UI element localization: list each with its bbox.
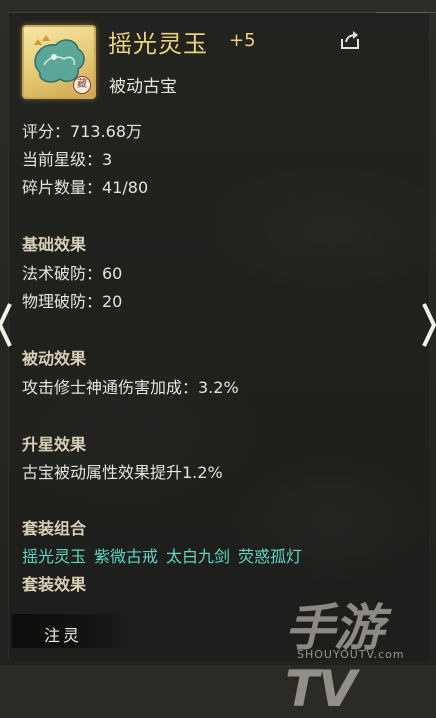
infuse-button[interactable]: 注灵 <box>44 622 82 646</box>
item-level: +5 <box>229 30 256 51</box>
stat-star-label: 当前星级： <box>22 150 103 169</box>
stat-fragments-value: 41/80 <box>102 178 149 197</box>
share-button[interactable] <box>337 27 363 53</box>
section-title-star-up: 升星效果 <box>22 435 87 454</box>
prev-item-arrow[interactable] <box>0 300 14 350</box>
star-up-effect-line: 古宝被动属性效果提升1.2% <box>22 463 223 482</box>
stat-score-label: 评分： <box>22 122 71 141</box>
stat-fragments: 碎片数量：41/80 <box>22 174 148 198</box>
stat-score-value: 713.68万 <box>70 122 143 141</box>
watermark-url: SHOUYOUTV.com <box>297 648 405 661</box>
chevron-left-icon <box>0 303 12 347</box>
chevron-right-icon <box>422 303 436 347</box>
item-type: 被动古宝 <box>109 77 177 97</box>
next-item-arrow[interactable] <box>420 300 436 350</box>
stat-score: 评分：713.68万 <box>22 118 142 142</box>
share-icon <box>341 31 359 49</box>
jade-creature-icon[interactable]: 藏 <box>22 25 96 99</box>
section-title-set-effect: 套装效果 <box>22 575 87 594</box>
panel-frame-top <box>376 0 436 13</box>
section-title-basic: 基础效果 <box>22 235 87 254</box>
set-item: 荧惑孤灯 <box>238 547 303 566</box>
hidden-badge: 藏 <box>73 76 91 94</box>
item-name: 摇光灵玉 <box>108 30 208 58</box>
stat-star-level: 当前星级：3 <box>22 146 112 170</box>
section-title-passive: 被动效果 <box>22 349 87 368</box>
basic-effect-line: 法术破防：60 <box>22 264 123 283</box>
set-item: 太白九剑 <box>166 547 231 566</box>
section-title-set-combo: 套装组合 <box>22 519 87 538</box>
set-combo-list: 摇光灵玉 紫微古戒 太白九剑 荧惑孤灯 <box>22 543 310 567</box>
set-item: 紫微古戒 <box>94 547 159 566</box>
stat-star-value: 3 <box>102 150 113 169</box>
basic-effect-line: 物理破防：20 <box>22 292 123 311</box>
passive-effect-line: 攻击修士神通伤害加成：3.2% <box>22 378 239 397</box>
stat-fragments-label: 碎片数量： <box>22 178 103 197</box>
set-item: 摇光灵玉 <box>22 547 87 566</box>
